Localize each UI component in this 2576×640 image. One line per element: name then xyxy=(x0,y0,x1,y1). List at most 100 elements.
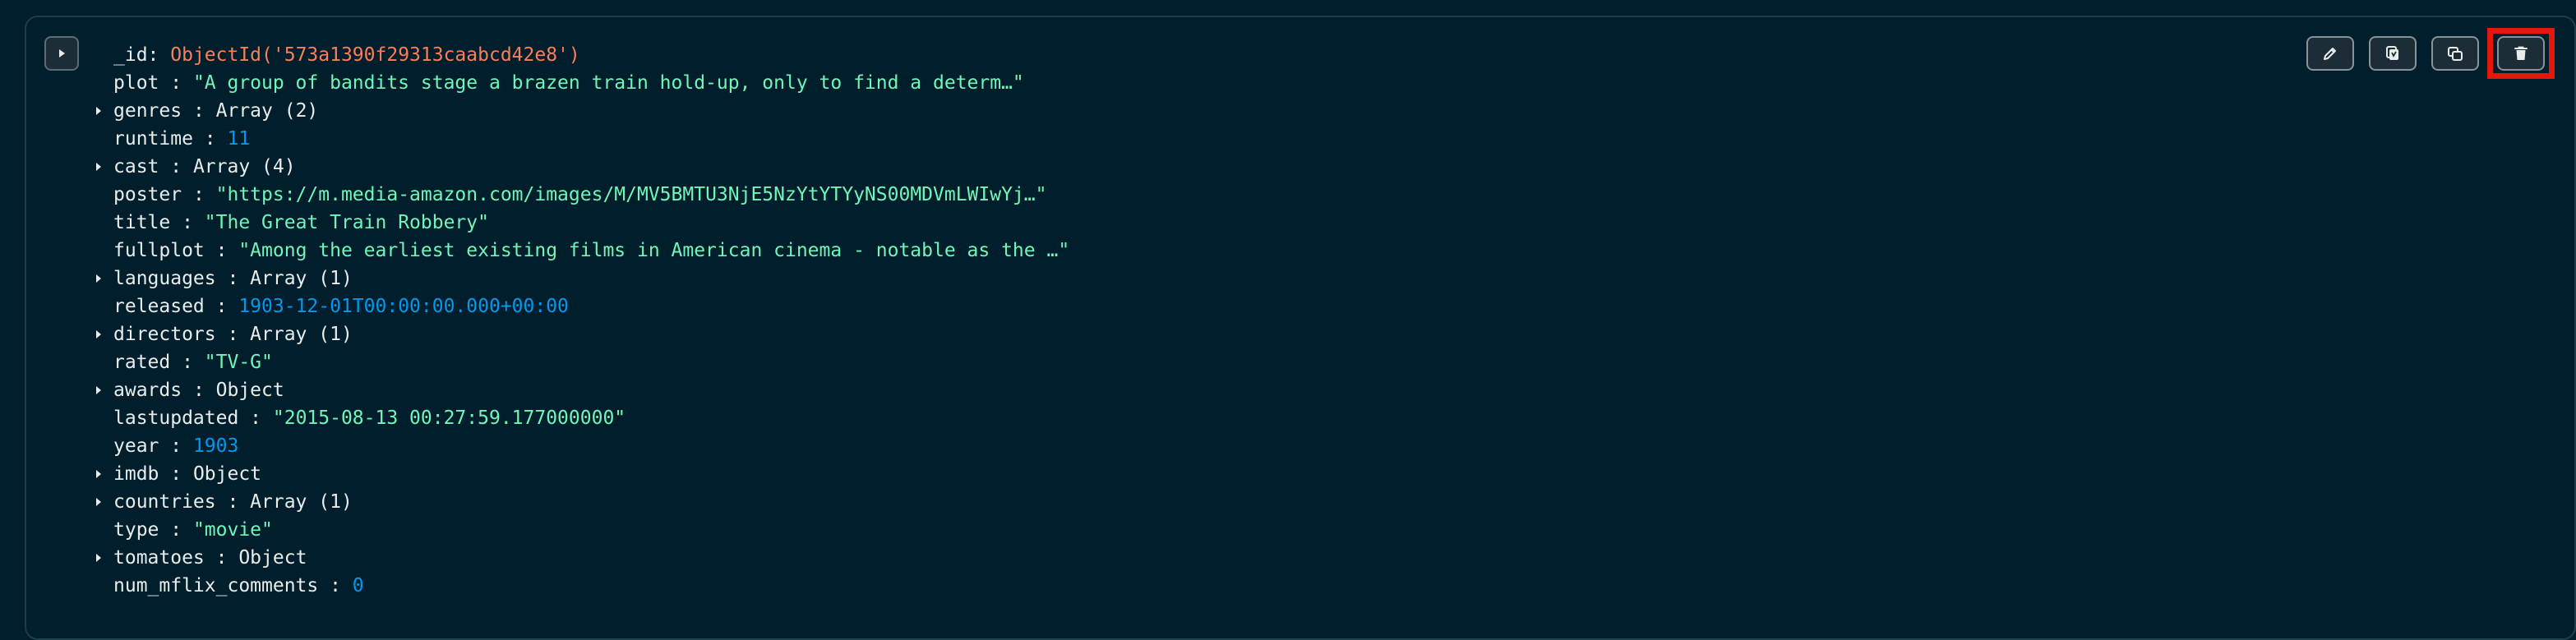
field-row-lastupdated: lastupdated : "2015-08-13 00:27:59.17700… xyxy=(89,404,1069,432)
field-separator: : xyxy=(318,575,353,596)
field-key: languages xyxy=(113,268,216,289)
field-value: Object xyxy=(215,380,284,401)
field-value: 1903-12-01T00:00:00.000+00:00 xyxy=(238,296,569,317)
field-key: cast xyxy=(113,156,159,177)
field-value: Array (1) xyxy=(250,324,353,345)
field-row-genres[interactable]: genres : Array (2) xyxy=(89,97,1069,125)
field-separator: : xyxy=(204,547,239,569)
field-row-awards[interactable]: awards : Object xyxy=(89,376,1069,404)
field-separator: : xyxy=(159,463,193,485)
field-key: directors xyxy=(113,324,216,345)
field-row-imdb[interactable]: imdb : Object xyxy=(89,460,1069,488)
expand-caret-icon[interactable] xyxy=(92,272,105,285)
field-value: 1903 xyxy=(192,435,239,457)
field-value: Array (2) xyxy=(215,100,319,122)
pencil-icon xyxy=(2324,48,2336,60)
expand-caret-icon[interactable] xyxy=(92,328,105,341)
field-key: lastupdated xyxy=(113,407,239,429)
field-value: "https://m.media-amazon.com/images/M/MV5… xyxy=(215,184,1047,205)
field-row-directors[interactable]: directors : Array (1) xyxy=(89,320,1069,348)
field-separator: : xyxy=(159,72,193,94)
field-row-rated: rated : "TV-G" xyxy=(89,348,1069,376)
field-separator: : xyxy=(182,380,216,401)
field-key: fullplot xyxy=(113,240,205,261)
field-row-plot: plot : "A group of bandits stage a braze… xyxy=(89,69,1069,97)
field-value: 11 xyxy=(227,128,251,150)
field-key: type xyxy=(113,519,159,541)
field-separator: : xyxy=(204,296,239,317)
expand-caret-icon[interactable] xyxy=(92,467,105,481)
field-separator: : xyxy=(215,491,251,513)
copy-icon xyxy=(2386,46,2398,60)
trash-icon xyxy=(2514,46,2528,60)
clone-icon xyxy=(2448,47,2463,61)
field-row-num-mflix-comments: num_mflix_comments : 0 xyxy=(89,572,1069,600)
field-row-runtime: runtime : 11 xyxy=(89,125,1069,153)
field-separator: : xyxy=(170,212,205,233)
play-icon xyxy=(59,49,65,58)
field-value: Object xyxy=(192,463,262,485)
field-row-title: title : "The Great Train Robbery" xyxy=(89,209,1069,237)
field-row-fullplot: fullplot : "Among the earliest existing … xyxy=(89,237,1069,265)
field-separator: : xyxy=(182,100,216,122)
field-separator: : xyxy=(159,435,193,457)
field-value: "A group of bandits stage a brazen train… xyxy=(192,72,1024,94)
expand-caret-icon[interactable] xyxy=(92,495,105,509)
field-separator: : xyxy=(215,268,251,289)
field-key: year xyxy=(113,435,159,457)
field-key: imdb xyxy=(113,463,159,485)
field-separator: : xyxy=(182,184,216,205)
field-row-type: type : "movie" xyxy=(89,516,1069,544)
expand-document-button[interactable] xyxy=(44,36,79,71)
clone-document-button[interactable] xyxy=(2431,36,2479,71)
field-row--id: _id: ObjectId('573a1390f29313caabcd42e8'… xyxy=(89,41,1069,69)
field-value: 0 xyxy=(352,575,364,596)
document-toolbar xyxy=(2306,36,2479,71)
expand-caret-icon[interactable] xyxy=(92,160,105,173)
field-key: num_mflix_comments xyxy=(113,575,319,596)
field-value: "Among the earliest existing films in Am… xyxy=(238,240,1070,261)
field-key: awards xyxy=(113,380,182,401)
field-separator: : xyxy=(215,324,251,345)
field-value: "2015-08-13 00:27:59.177000000" xyxy=(272,407,626,429)
field-separator: : xyxy=(238,407,273,429)
field-row-year: year : 1903 xyxy=(89,432,1069,460)
field-separator: : xyxy=(147,44,171,66)
field-separator: : xyxy=(159,519,193,541)
field-key: countries xyxy=(113,491,216,513)
field-value: ObjectId('573a1390f29313caabcd42e8') xyxy=(170,44,580,66)
field-key: _id xyxy=(113,44,148,66)
field-key: tomatoes xyxy=(113,547,205,569)
expand-caret-icon[interactable] xyxy=(92,551,105,564)
field-value: "TV-G" xyxy=(204,352,273,373)
copy-document-button[interactable] xyxy=(2369,36,2417,71)
field-separator: : xyxy=(204,240,239,261)
field-separator: : xyxy=(192,128,228,150)
field-row-cast[interactable]: cast : Array (4) xyxy=(89,153,1069,181)
field-key: genres xyxy=(113,100,182,122)
field-row-countries[interactable]: countries : Array (1) xyxy=(89,488,1069,516)
expand-caret-icon[interactable] xyxy=(92,384,105,397)
field-key: rated xyxy=(113,352,171,373)
document-fields-list: _id: ObjectId('573a1390f29313caabcd42e8'… xyxy=(89,41,1069,600)
field-row-languages[interactable]: languages : Array (1) xyxy=(89,265,1069,292)
expand-caret-icon[interactable] xyxy=(92,104,105,117)
field-key: released xyxy=(113,296,205,317)
field-value: "The Great Train Robbery" xyxy=(204,212,489,233)
field-value: Array (1) xyxy=(250,491,353,513)
field-key: runtime xyxy=(113,128,193,150)
field-value: "movie" xyxy=(192,519,273,541)
delete-highlight-box xyxy=(2487,28,2555,79)
field-value: Array (4) xyxy=(192,156,296,177)
field-separator: : xyxy=(159,156,193,177)
field-row-released: released : 1903-12-01T00:00:00.000+00:00 xyxy=(89,292,1069,320)
field-row-tomatoes[interactable]: tomatoes : Object xyxy=(89,544,1069,572)
field-row-poster: poster : "https://m.media-amazon.com/ima… xyxy=(89,181,1069,209)
field-separator: : xyxy=(170,352,205,373)
field-value: Array (1) xyxy=(250,268,353,289)
field-value: Object xyxy=(238,547,307,569)
edit-document-button[interactable] xyxy=(2306,36,2354,71)
field-key: poster xyxy=(113,184,182,205)
field-key: plot xyxy=(113,72,159,94)
delete-document-button[interactable] xyxy=(2497,36,2545,71)
